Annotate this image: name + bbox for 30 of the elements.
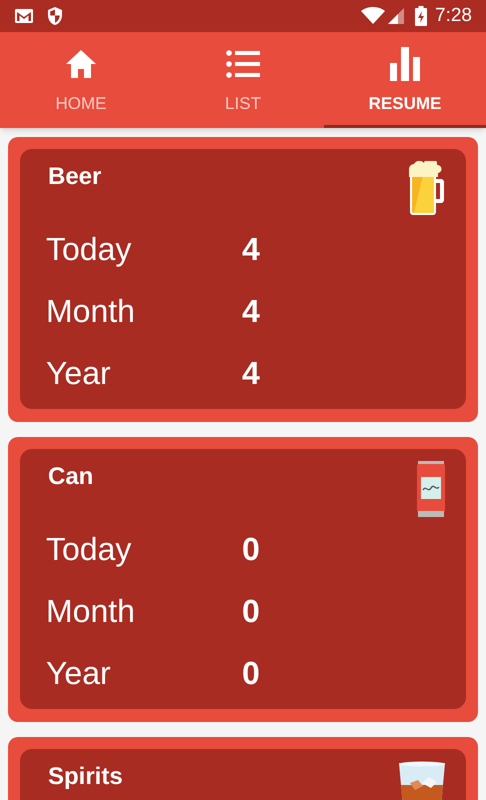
list-icon: [226, 50, 260, 78]
period-label: Today: [46, 530, 132, 569]
wifi-icon: [361, 7, 386, 25]
shield-icon: [46, 6, 64, 26]
count-value: 4: [242, 292, 260, 331]
count-value: 0: [242, 654, 260, 693]
count-value: 4: [242, 230, 260, 269]
soda-can-icon: [416, 461, 446, 517]
period-label: Year: [46, 354, 112, 393]
tab[interactable]: RESUME: [324, 32, 486, 128]
home-icon: [65, 49, 97, 79]
period-label: Month: [46, 292, 136, 331]
card-title: Spirits: [48, 762, 123, 792]
bar-chart-icon: [390, 47, 420, 81]
count-value: 0: [242, 530, 260, 569]
whisky-glass-icon: [398, 761, 446, 800]
period-label: Month: [46, 592, 136, 631]
clock-time: 7:28: [435, 4, 472, 28]
beer-mug-icon: [406, 161, 446, 217]
count-value: 4: [242, 354, 260, 393]
tab[interactable]: HOME: [0, 32, 162, 128]
tab[interactable]: LIST: [162, 32, 324, 128]
card-title: Can: [48, 462, 94, 492]
count-value: 0: [242, 592, 260, 631]
battery-icon: [415, 6, 428, 26]
card-title: Beer: [48, 162, 102, 192]
signal-icon: [387, 7, 406, 25]
period-label: Year: [46, 654, 112, 693]
period-label: Today: [46, 230, 132, 269]
mail-icon: [14, 8, 34, 24]
